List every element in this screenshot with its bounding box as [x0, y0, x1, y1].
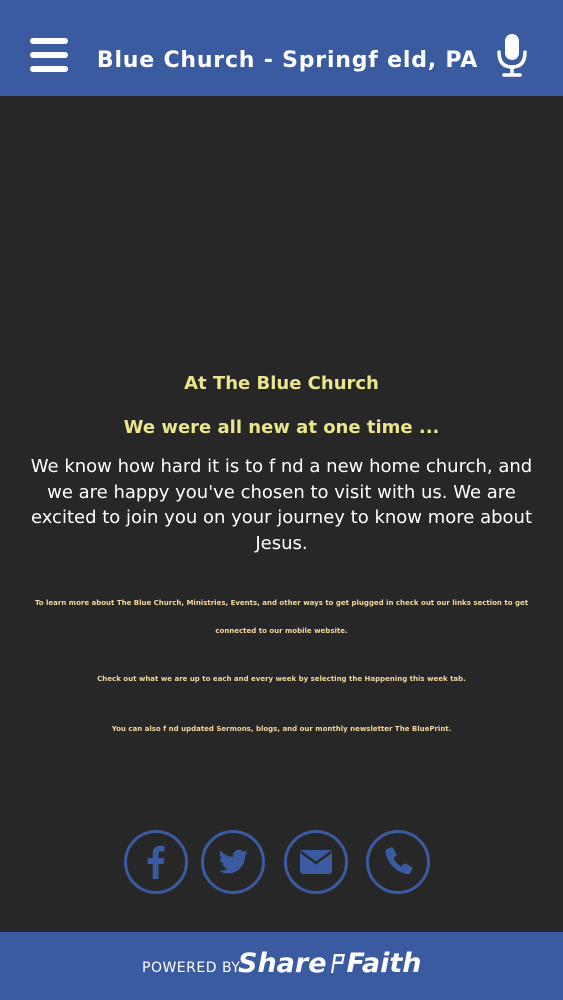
- happening-info-text: Check out what we are up to each and eve…: [97, 675, 466, 683]
- brand-faith-text: Faith: [346, 948, 422, 979]
- header-bar: Blue Church - Springf eld, PA: [0, 0, 563, 96]
- links-info-text: To learn more about The Blue Church, Min…: [34, 599, 529, 635]
- facebook-icon: [147, 845, 165, 879]
- powered-by-label: POWERED BY: [142, 960, 241, 976]
- facebook-button[interactable]: [124, 830, 188, 894]
- brand-share-text: Share: [238, 948, 327, 979]
- welcome-subheading: We were all new at one time ...: [123, 417, 440, 438]
- welcome-section: At The Blue Church We were all new at on…: [20, 360, 543, 556]
- page: Blue Church - Springf eld, PA At The Blu…: [0, 0, 563, 1000]
- welcome-heading: At The Blue Church: [184, 373, 379, 394]
- welcome-intro-text: We know how hard it is to f nd a new hom…: [30, 456, 533, 554]
- sermons-info-text: You can also f nd updated Sermons, blogs…: [111, 725, 452, 733]
- microphone-icon[interactable]: [494, 32, 530, 78]
- email-button[interactable]: [284, 830, 348, 894]
- footer-bar: POWERED BY Share Faith: [0, 932, 563, 1000]
- twitter-icon: [218, 849, 248, 874]
- app-title: Blue Church - Springf eld, PA: [96, 48, 479, 73]
- sharefaith-logo[interactable]: Share Faith: [238, 946, 421, 982]
- flag-icon: [330, 954, 345, 973]
- email-icon: [300, 850, 332, 874]
- hamburger-menu-icon[interactable]: [30, 38, 70, 74]
- twitter-button[interactable]: [201, 830, 265, 894]
- phone-button[interactable]: [366, 830, 430, 894]
- phone-icon: [385, 847, 413, 875]
